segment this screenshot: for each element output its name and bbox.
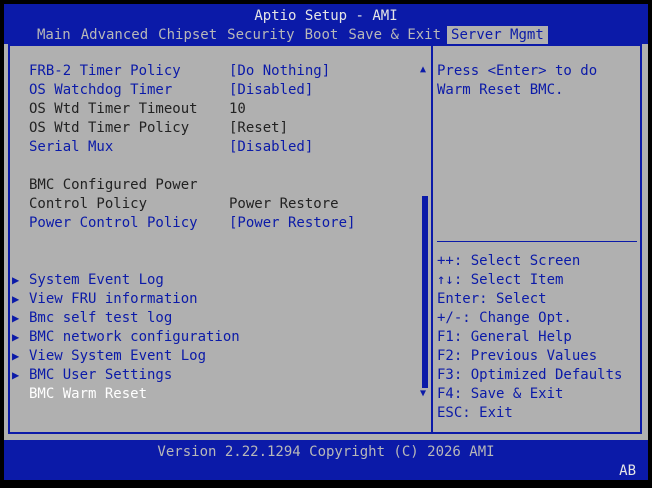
submenu-arrow-icon: ▶ [12,368,20,382]
submenu-bmc-user-settings[interactable]: ▶ BMC User Settings [12,366,172,385]
submenu-arrow-icon: ▶ [12,273,20,287]
tab-main[interactable]: Main [33,26,75,45]
setting-label: FRB-2 Timer Policy [29,63,181,79]
setting-os-wtd-timer-policy: OS Wtd Timer Policy [Reset] [29,119,288,138]
submenu-bmc-network-configuration[interactable]: ▶ BMC network configuration [12,328,240,347]
window-title: Aptio Setup - AMI [254,8,398,24]
scroll-up-arrow-icon[interactable]: ▲ [420,64,426,75]
submenu-label: BMC User Settings [29,367,173,383]
setting-frb2-timer-policy[interactable]: FRB-2 Timer Policy [Do Nothing] [29,62,330,81]
setting-value: [Disabled] [229,82,314,98]
scroll-down-arrow-icon[interactable]: ▼ [420,388,426,399]
setting-bmc-configured-power: BMC Configured Power [29,176,198,195]
key-optimized-defaults: F3: Optimized Defaults [437,367,623,383]
setting-serial-mux[interactable]: Serial Mux [Disabled] [29,138,313,157]
footer-bar: Version 2.22.1294 Copyright (C) 2026 AMI… [4,440,648,480]
submenu-arrow-icon: ▶ [12,349,20,363]
frame-bottom [8,432,642,434]
submenu-label: System Event Log [29,272,164,288]
version-text: Version 2.22.1294 Copyright (C) 2026 AMI [157,444,495,460]
setting-power-control-policy[interactable]: Power Control Policy [Power Restore] [29,214,355,233]
bios-screen: Aptio Setup - AMI Main Advanced Chipset … [0,0,652,488]
header-bar: Aptio Setup - AMI Main Advanced Chipset … [4,4,648,45]
setting-value: [Disabled] [229,139,314,155]
key-save-exit: F4: Save & Exit [437,386,564,402]
setting-label: BMC Configured Power [29,177,198,193]
submenu-arrow-icon: ▶ [12,330,20,344]
tab-boot[interactable]: Boot [301,26,343,45]
setting-label: Serial Mux [29,139,114,155]
key-change-opt: +/-: Change Opt. [437,310,572,326]
submenu-label: BMC network configuration [29,329,240,345]
corner-code: AB [619,463,636,479]
selected-item-label: BMC Warm Reset [29,386,148,402]
submenu-view-fru-information[interactable]: ▶ View FRU information [12,290,198,309]
setting-label: Power Control Policy [29,215,198,231]
submenu-bmc-self-test-log[interactable]: ▶ Bmc self test log [12,309,172,328]
submenu-view-system-event-log[interactable]: ▶ View System Event Log [12,347,206,366]
submenu-system-event-log[interactable]: ▶ System Event Log [12,271,164,290]
scrollbar-thumb[interactable] [422,196,428,388]
setting-label: Control Policy [29,196,148,212]
frame-top [8,44,642,46]
submenu-arrow-icon: ▶ [12,292,20,306]
setting-value: Power Restore [229,196,339,212]
tab-server-mgmt[interactable]: Server Mgmt [447,26,548,45]
help-line-1: Press <Enter> to do [437,63,598,79]
frame-right [640,44,642,434]
tab-bar: Main Advanced Chipset Security Boot Save… [33,26,550,45]
setting-os-wtd-timer-timeout: OS Wtd Timer Timeout 10 [29,100,246,119]
setting-label: OS Wtd Timer Policy [29,120,190,136]
help-line-2: Warm Reset BMC. [437,82,564,98]
tab-security[interactable]: Security [223,26,298,45]
tab-chipset[interactable]: Chipset [154,26,221,45]
menu-item-bmc-warm-reset[interactable]: BMC Warm Reset [29,385,147,404]
key-select-screen: ++: Select Screen [437,253,581,269]
setting-value: [Do Nothing] [229,63,331,79]
setting-value: 10 [229,101,246,117]
submenu-label: View System Event Log [29,348,207,364]
key-previous-values: F2: Previous Values [437,348,598,364]
tab-save-exit[interactable]: Save & Exit [344,26,445,45]
panel-divider [431,44,433,434]
key-general-help: F1: General Help [437,329,572,345]
setting-value: [Reset] [229,120,289,136]
setting-label: OS Watchdog Timer [29,82,173,98]
key-esc-exit: ESC: Exit [437,405,513,421]
main-panel: FRB-2 Timer Policy [Do Nothing] OS Watch… [4,44,648,440]
key-enter-select: Enter: Select [437,291,547,307]
key-select-item: ↑↓: Select Item [437,272,564,288]
submenu-arrow-icon: ▶ [12,311,20,325]
tab-advanced[interactable]: Advanced [77,26,152,45]
submenu-label: Bmc self test log [29,310,173,326]
help-divider [437,241,637,242]
submenu-label: View FRU information [29,291,198,307]
setting-value: [Power Restore] [229,215,356,231]
setting-label: OS Wtd Timer Timeout [29,101,198,117]
setting-os-watchdog-timer[interactable]: OS Watchdog Timer [Disabled] [29,81,313,100]
frame-left [8,44,10,434]
setting-control-policy: Control Policy Power Restore [29,195,339,214]
